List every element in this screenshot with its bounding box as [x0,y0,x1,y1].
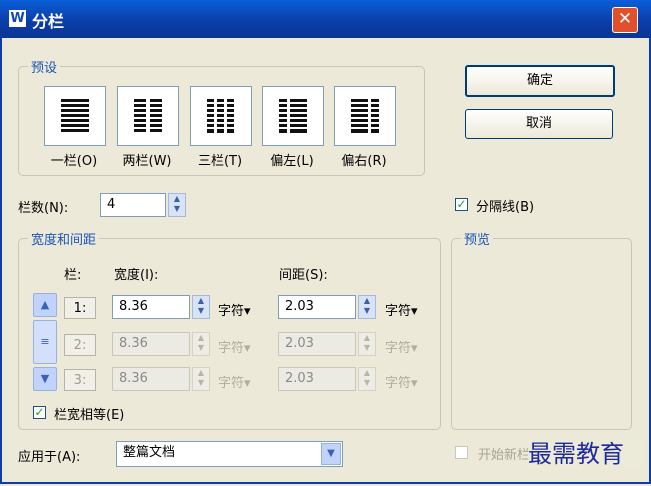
column-count-label: 栏数(N): [18,201,69,216]
spin-up-icon: ▲ [363,333,371,342]
two-column-icon [134,99,162,132]
column-row-3-spacing-spinner: ▲ ▼ [358,367,376,391]
width-spacing-legend: 宽度和间距 [28,229,100,248]
column-row-2-number: 2: [64,334,96,356]
preset-label-three: 三栏(T) [197,154,243,169]
scroll-down-button[interactable]: ▼ [33,367,57,391]
col-header: 栏: [64,268,82,283]
window-title: 分栏 [32,12,65,31]
dropdown-arrow-icon: ▾ [411,376,418,391]
spin-down-icon: ▼ [363,378,371,387]
equal-width-label: 栏宽相等(E) [54,408,125,423]
column-row-1-spacing-unit[interactable]: 字符▾ [385,300,418,319]
dropdown-arrow-icon: ▾ [244,341,251,356]
dropdown-arrow-icon: ▾ [244,376,251,391]
scroll-thumb[interactable]: ≡ [33,320,57,364]
preset-left[interactable] [262,86,324,146]
column-row-3-spacing-unit: 字符▾ [385,376,418,391]
preset-label-one: 一栏(O) [50,154,98,169]
preset-label-two: 两栏(W) [122,154,172,169]
preset-three-columns[interactable] [190,86,252,146]
scroll-up-button[interactable]: ▲ [33,293,57,317]
column-count-spinner[interactable]: ▲ ▼ [168,193,186,217]
preset-label-left: 偏左(L) [270,154,314,169]
spacing-header: 间距(S): [279,268,328,283]
scroll-thumb-icon: ≡ [40,335,50,348]
app-icon: W [9,10,26,27]
right-column-icon [349,99,381,133]
dropdown-arrow-icon: ▼ [321,443,341,465]
presets-legend: 预设 [28,57,61,76]
title-bar: W 分栏 ✕ [0,0,651,38]
three-column-icon [205,99,237,133]
close-button[interactable]: ✕ [612,7,638,33]
column-row-2-spacing-unit: 字符▾ [385,341,418,356]
dropdown-arrow-icon: ▾ [411,341,418,356]
preview-group [451,238,632,430]
preset-one-column[interactable] [44,86,106,146]
spin-down-icon: ▼ [363,343,371,352]
scroll-up-icon: ▲ [40,298,50,311]
column-row-1-number[interactable]: 1: [64,297,96,319]
divider-label: 分隔线(B) [476,200,535,215]
preview-legend: 预览 [461,229,494,248]
column-row-3-width-spinner: ▲ ▼ [192,367,210,391]
column-row-2-width: 8.36 [112,332,190,356]
preset-two-columns[interactable] [117,86,179,146]
column-row-3-number: 3: [64,369,96,391]
column-row-3-width-unit: 字符▾ [218,376,251,391]
spin-down-icon: ▼ [197,343,205,352]
column-row-1-width[interactable]: 8.36 [112,295,190,319]
spin-up-icon: ▲ [363,296,371,305]
column-row-2-spacing: 2.03 [278,332,356,356]
spin-down-icon: ▼ [197,306,205,315]
column-row-3-spacing: 2.03 [278,367,356,391]
column-row-2-width-unit: 字符▾ [218,341,251,356]
spin-up-icon: ▲ [173,194,181,203]
ok-button[interactable]: 确定 [465,65,615,97]
dropdown-arrow-icon: ▾ [244,304,251,319]
new-column-checkbox [455,446,468,459]
column-row-2-width-spinner: ▲ ▼ [192,332,210,356]
spin-up-icon: ▲ [197,368,205,377]
apply-to-label: 应用于(A): [18,450,81,465]
scroll-down-icon: ▼ [40,372,50,385]
spin-up-icon: ▲ [363,368,371,377]
column-row-1-width-spinner[interactable]: ▲ ▼ [192,295,210,319]
watermark: 最需教育 [528,439,644,469]
column-row-1-width-unit[interactable]: 字符▾ [218,300,251,319]
left-column-icon [277,99,309,133]
cancel-button[interactable]: 取消 [465,109,613,139]
divider-checkbox[interactable]: ✓ [455,198,468,211]
spin-up-icon: ▲ [197,333,205,342]
column-row-1-spacing-spinner[interactable]: ▲ ▼ [358,295,376,319]
spin-down-icon: ▼ [173,204,181,213]
column-row-3-width: 8.36 [112,367,190,391]
one-column-icon [61,99,89,132]
dropdown-arrow-icon: ▾ [411,304,418,319]
column-row-1-spacing[interactable]: 2.03 [278,295,356,319]
apply-to-value: 整篇文档 [123,445,176,460]
preset-right[interactable] [334,86,396,146]
column-count-input[interactable]: 4 [100,193,166,217]
spin-up-icon: ▲ [197,296,205,305]
width-header: 宽度(I): [114,268,159,283]
apply-to-select[interactable]: 整篇文档 ▼ [116,441,343,467]
spin-down-icon: ▼ [197,378,205,387]
preset-label-right: 偏右(R) [341,154,387,169]
new-column-label: 开始新栏 [478,448,531,463]
spin-down-icon: ▼ [363,306,371,315]
equal-width-checkbox[interactable]: ✓ [33,406,46,419]
column-row-2-spacing-spinner: ▲ ▼ [358,332,376,356]
